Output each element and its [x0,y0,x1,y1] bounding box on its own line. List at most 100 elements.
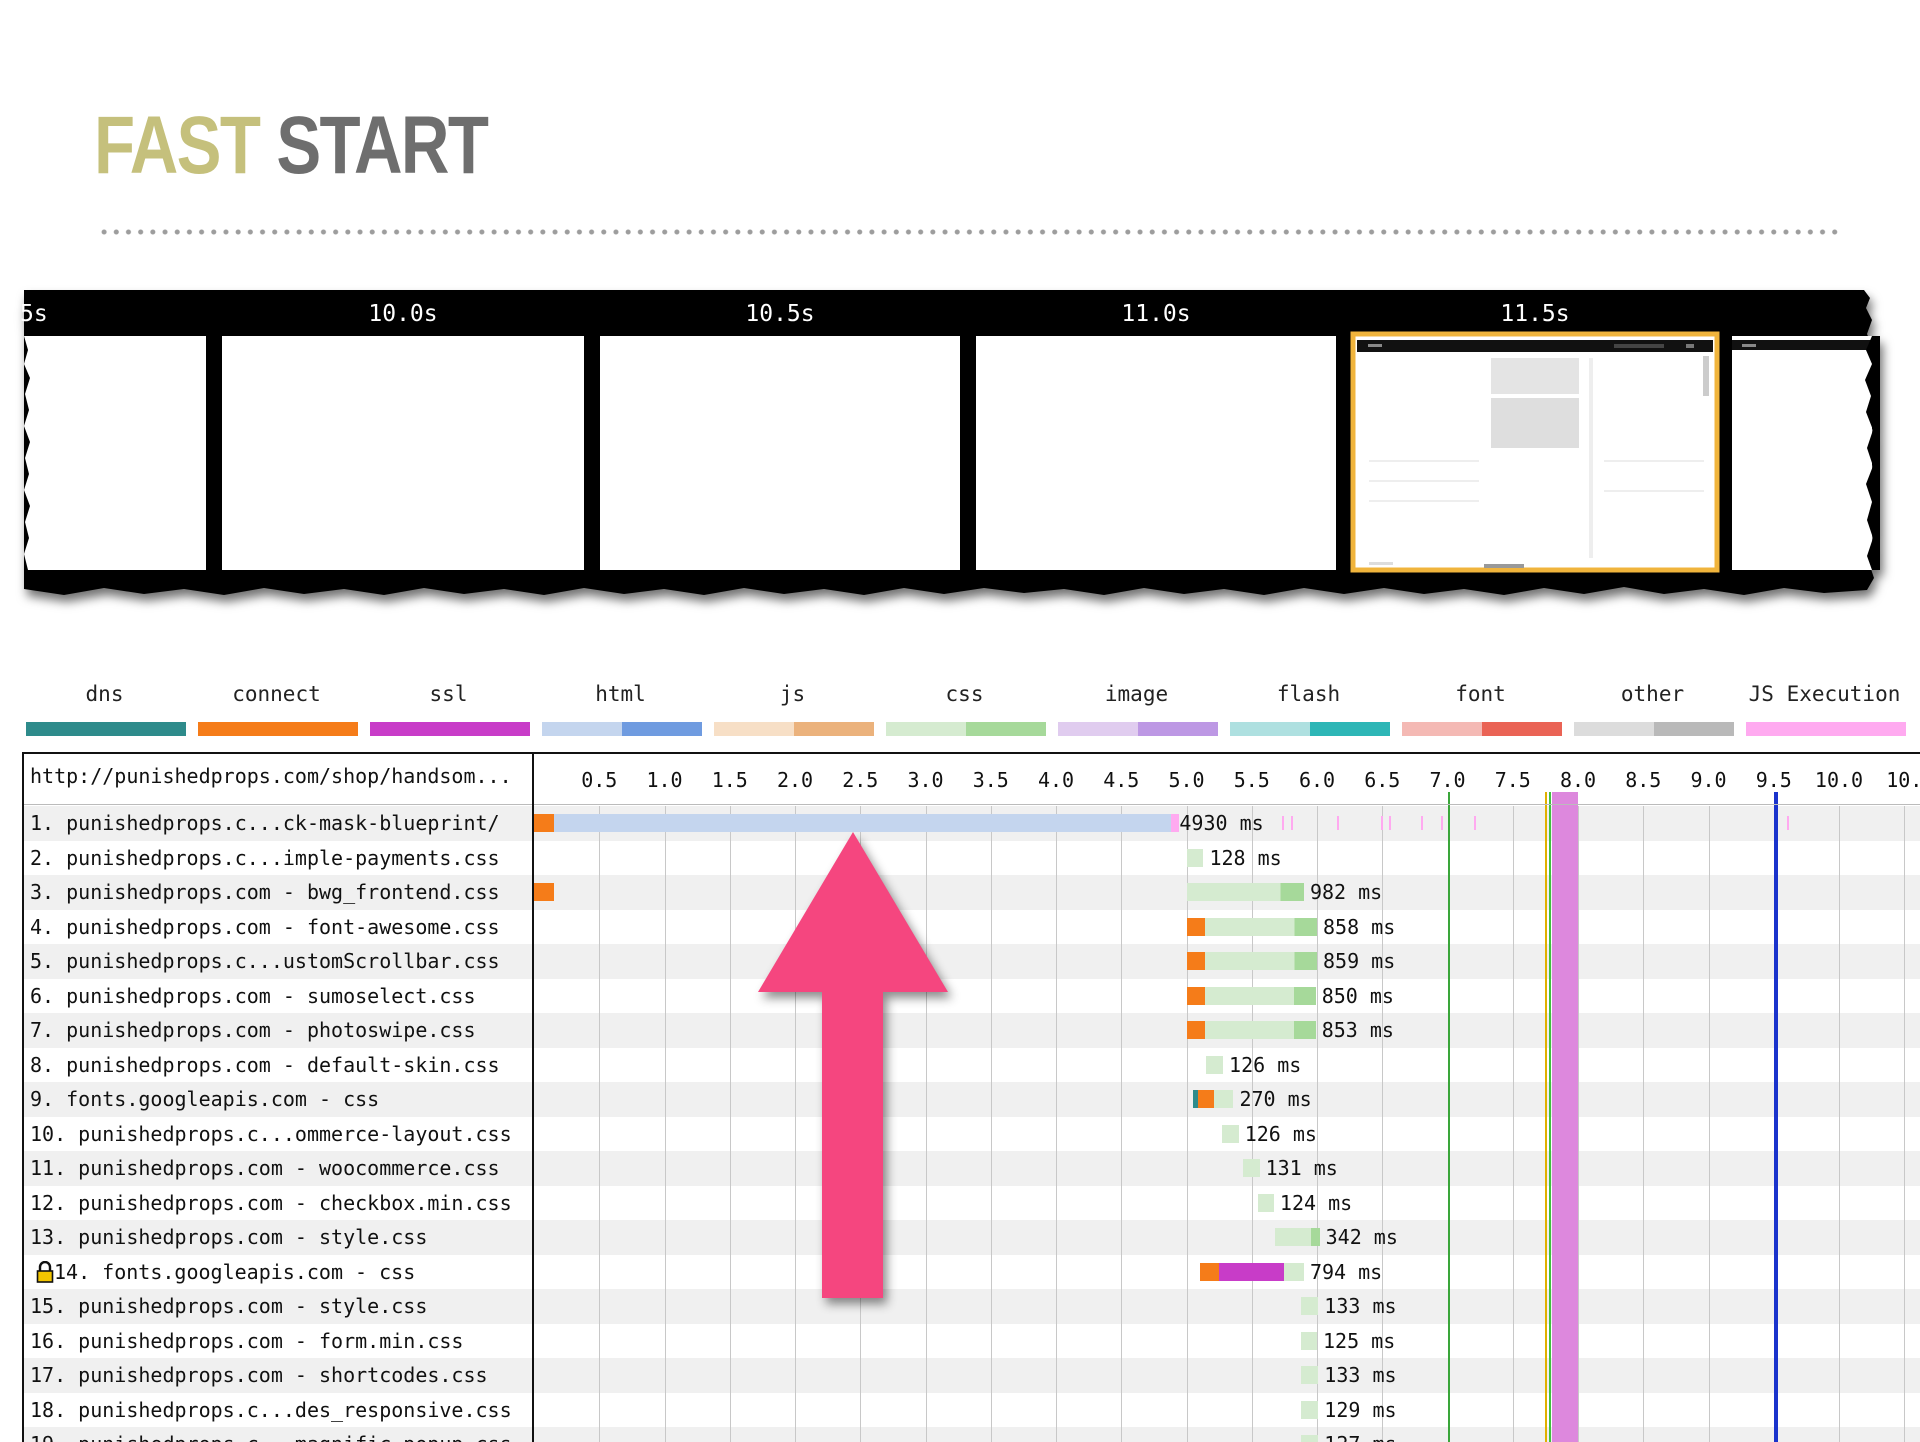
request-row[interactable]: 17. punishedprops.com - shortcodes.css [24,1358,1920,1393]
legend-swatch [886,722,1046,736]
legend-swatch [198,722,358,736]
grid-line [599,806,601,1442]
request-row[interactable]: 15. punishedprops.com - style.css [24,1289,1920,1324]
legend-label: image [1104,682,1169,706]
connect-bar [1198,1090,1214,1108]
film-frame-3 [976,336,1336,570]
request-label[interactable]: 8. punishedprops.com - default-skin.css [24,1048,532,1082]
request-label[interactable]: 2. punishedprops.c...imple-payments.css [24,841,532,875]
css-download-bar [1301,1297,1319,1315]
js-execution-tick [1290,816,1293,830]
request-row[interactable]: 10. punishedprops.c...ommerce-layout.css [24,1117,1920,1152]
request-row[interactable]: 2. punishedprops.c...imple-payments.css [24,841,1920,876]
legend-label: flash [1276,682,1341,706]
grid-line [1578,806,1579,1442]
request-duration: 126 ms [1229,1052,1302,1077]
request-row[interactable]: 6. punishedprops.com - sumoselect.css [24,979,1920,1014]
legend-item-css: css [884,676,1046,736]
legend-label: html [595,682,646,706]
legend-swatch [1574,722,1734,736]
css-download-bar [1221,1124,1239,1143]
film-frame-1 [222,336,584,570]
request-label[interactable]: 14. fonts.googleapis.com - css [24,1255,556,1289]
time-tick-label: 7.0 [1429,768,1466,792]
legend-label: ssl [429,682,468,706]
js-execution-tick [1421,816,1424,830]
request-row[interactable]: 18. punishedprops.c...des_responsive.css [24,1393,1920,1428]
css-download-bar [1301,1435,1319,1442]
css-download-bar [1204,952,1317,970]
request-row[interactable]: 16. punishedprops.com - form.min.css [24,1324,1920,1359]
request-row[interactable]: 5. punishedprops.c...ustomScrollbar.css [24,944,1920,979]
legend-swatch [1746,722,1906,736]
grid-line [990,806,992,1442]
legend-item-other: other [1572,676,1734,736]
legend-label: connect [232,682,321,706]
request-label[interactable]: 18. punishedprops.c...des_responsive.css [24,1393,532,1427]
waterfall-legend: dns connect ssl html js css image flash font othe… [24,676,1920,738]
request-row[interactable]: 14. fonts.googleapis.com - css [24,1255,1920,1290]
request-row[interactable]: 7. punishedprops.com - photoswipe.css [24,1013,1920,1048]
request-duration: 128 ms [1209,845,1282,870]
request-duration: 126 ms [1244,1121,1317,1146]
request-label[interactable]: 6. punishedprops.com - sumoselect.css [24,979,532,1013]
request-label[interactable]: 11. punishedprops.com - woocommerce.css [24,1151,532,1185]
request-label[interactable]: 5. punishedprops.c...ustomScrollbar.css [24,944,532,978]
grid-line [1839,806,1840,1442]
request-label[interactable]: 17. punishedprops.com - shortcodes.css [24,1358,532,1392]
request-row[interactable]: 8. punishedprops.com - default-skin.css [24,1048,1920,1083]
waterfall-timeline: 1. punishedprops.c...ck-mask-blueprint/ … [24,754,1920,1442]
grid-line [664,806,666,1442]
css-download-bar [1186,848,1204,867]
css-download-bar [1301,1400,1319,1419]
legend-swatch [370,722,530,736]
request-label[interactable]: 9. fonts.googleapis.com - css [24,1082,532,1116]
request-label[interactable]: 1. punishedprops.c...ck-mask-blueprint/ [24,806,532,840]
dotted-divider [98,228,1840,236]
request-label[interactable]: 15. punishedprops.com - style.css [24,1289,532,1323]
grid-line [1708,806,1710,1442]
request-row[interactable]: 9. fonts.googleapis.com - css [24,1082,1920,1117]
time-tick-label: 3.5 [972,768,1009,792]
js-execution-tick [1380,816,1383,830]
connect-bar [1186,917,1205,936]
request-label[interactable]: 4. punishedprops.com - font-awesome.css [24,910,532,944]
request-duration: 794 ms [1309,1259,1383,1284]
request-duration: 342 ms [1325,1225,1398,1249]
css-download-bar [1213,1090,1234,1108]
film-label-2: 10.5s [745,301,815,327]
request-row[interactable]: 12. punishedprops.com - checkbox.min.css [24,1186,1920,1221]
request-label[interactable]: 3. punishedprops.com - bwg_frontend.css [24,875,532,909]
request-label[interactable]: 7. punishedprops.com - photoswipe.css [24,1013,532,1047]
request-label[interactable]: 12. punishedprops.com - checkbox.min.css [24,1186,532,1220]
request-duration: 133 ms [1324,1363,1397,1387]
film-label-0: 5s [20,301,48,327]
time-tick-label: 0.5 [581,768,618,792]
request-row[interactable]: 4. punishedprops.com - font-awesome.css [24,910,1920,945]
js-execution-tick [1440,816,1443,830]
legend-swatch [714,722,874,736]
time-tick-label: 3.0 [907,768,944,792]
request-label[interactable]: 10. punishedprops.c...ommerce-layout.css [24,1117,532,1151]
request-label[interactable]: 13. punishedprops.com - style.css [24,1220,532,1254]
legend-swatch [1058,722,1218,736]
label-column-divider [532,754,534,1442]
request-duration: 982 ms [1309,880,1383,904]
title-word-start: START [276,100,489,191]
legend-swatch [26,722,186,736]
request-label[interactable]: 16. punishedprops.com - form.min.css [24,1324,532,1358]
request-duration: 858 ms [1323,914,1396,939]
film-label-1: 10.0s [368,301,438,327]
legend-label: font [1455,682,1506,706]
request-duration: 4930 ms [1179,811,1264,835]
time-tick-label: 5.5 [1233,768,1270,792]
film-frame-0 [24,336,206,570]
request-row[interactable]: 3. punishedprops.com - bwg_frontend.css [24,875,1920,910]
request-row[interactable]: 13. punishedprops.com - style.css [24,1220,1920,1255]
film-label-3: 11.0s [1121,301,1191,327]
time-tick-label: 4.0 [1037,768,1075,792]
grid-line [1056,806,1057,1442]
time-tick-label: 8.0 [1559,768,1597,792]
legend-item-js: js [712,676,874,736]
request-row[interactable]: 11. punishedprops.com - woocommerce.css [24,1151,1920,1186]
